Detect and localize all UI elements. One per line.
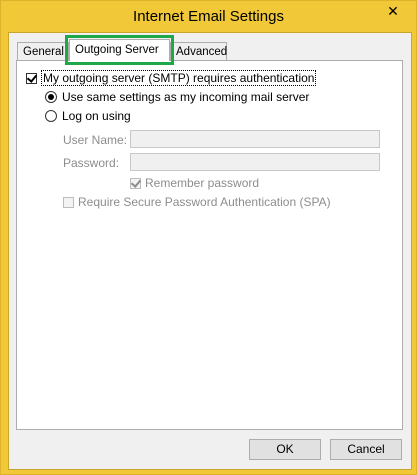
requires-auth-label: My outgoing server (SMTP) requires authe…: [41, 70, 317, 86]
password-input[interactable]: [130, 153, 380, 171]
ok-button[interactable]: OK: [249, 439, 321, 460]
remember-password-checkbox[interactable]: [130, 177, 141, 189]
window-title: Internet Email Settings: [133, 8, 284, 25]
tab-outgoing-server[interactable]: Outgoing Server: [65, 35, 174, 65]
requires-auth-row[interactable]: My outgoing server (SMTP) requires authe…: [26, 70, 317, 86]
remember-password-label: Remember password: [145, 176, 260, 190]
tab-advanced[interactable]: Advanced: [170, 42, 227, 60]
remember-password-row[interactable]: Remember password: [130, 176, 259, 190]
dialog-client-area: General Outgoing Server Advanced My outg…: [8, 32, 412, 470]
tab-general-label: General: [23, 46, 64, 58]
log-on-using-row[interactable]: Log on using: [45, 109, 131, 123]
tab-general[interactable]: General: [17, 42, 69, 60]
log-on-using-label: Log on using: [62, 109, 131, 123]
tab-outgoing-server-label: Outgoing Server: [75, 44, 159, 56]
user-name-label: User Name:: [63, 133, 128, 147]
requires-auth-checkbox[interactable]: [26, 72, 37, 84]
title-bar: Internet Email Settings: [1, 1, 416, 33]
use-same-settings-label: Use same settings as my incoming mail se…: [62, 90, 310, 104]
require-spa-checkbox[interactable]: [63, 196, 74, 208]
outgoing-server-panel: My outgoing server (SMTP) requires authe…: [16, 60, 403, 430]
require-spa-row[interactable]: Require Secure Password Authentication (…: [63, 195, 331, 209]
password-label: Password:: [63, 156, 120, 170]
log-on-using-radio[interactable]: [45, 110, 57, 122]
use-same-settings-radio[interactable]: [45, 91, 57, 103]
tab-advanced-label: Advanced: [176, 46, 228, 58]
use-same-settings-row[interactable]: Use same settings as my incoming mail se…: [45, 90, 309, 104]
dialog-window: Internet Email Settings ✕ General Outgoi…: [0, 0, 417, 475]
cancel-button[interactable]: Cancel: [330, 439, 402, 460]
require-spa-label: Require Secure Password Authentication (…: [78, 195, 331, 209]
user-name-input[interactable]: [130, 130, 380, 148]
close-icon: ✕: [387, 3, 399, 19]
close-button[interactable]: ✕: [378, 1, 408, 23]
